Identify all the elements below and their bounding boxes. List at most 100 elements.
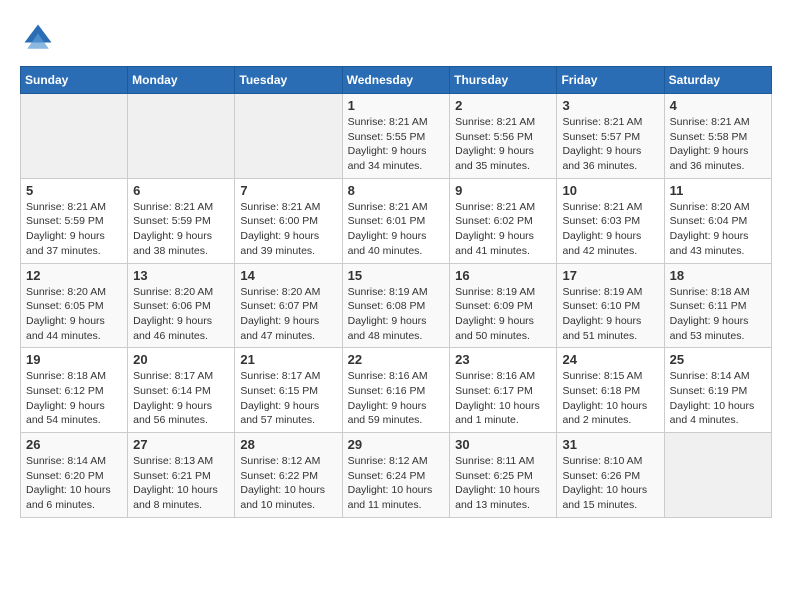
day-number: 8 bbox=[348, 183, 445, 198]
day-info: Sunrise: 8:21 AM Sunset: 5:55 PM Dayligh… bbox=[348, 115, 445, 174]
logo bbox=[20, 20, 62, 56]
day-info: Sunrise: 8:12 AM Sunset: 6:24 PM Dayligh… bbox=[348, 454, 445, 513]
calendar-cell: 2 Sunrise: 8:21 AM Sunset: 5:56 PM Daylig… bbox=[450, 94, 557, 179]
day-info: Sunrise: 8:10 AM Sunset: 6:26 PM Dayligh… bbox=[562, 454, 658, 513]
calendar-cell bbox=[664, 433, 771, 518]
calendar: SundayMondayTuesdayWednesdayThursdayFrid… bbox=[20, 66, 772, 518]
day-number: 9 bbox=[455, 183, 551, 198]
day-info: Sunrise: 8:19 AM Sunset: 6:10 PM Dayligh… bbox=[562, 285, 658, 344]
day-number: 10 bbox=[562, 183, 658, 198]
day-info: Sunrise: 8:16 AM Sunset: 6:17 PM Dayligh… bbox=[455, 369, 551, 428]
calendar-cell: 22Sunrise: 8:16 AM Sunset: 6:16 PM Dayli… bbox=[342, 348, 450, 433]
calendar-cell: 26 Sunrise: 8:14 AM Sunset: 6:20 PM Dayli… bbox=[21, 433, 128, 518]
day-info: Sunrise: 8:14 AM Sunset: 6:20 PM Dayligh… bbox=[26, 454, 122, 513]
day-info: Sunrise: 8:21 AM Sunset: 6:03 PM Dayligh… bbox=[562, 200, 658, 259]
calendar-week-3: 12 Sunrise: 8:20 AM Sunset: 6:05 PM Dayli… bbox=[21, 263, 772, 348]
day-info: Sunrise: 8:17 AM Sunset: 6:15 PM Dayligh… bbox=[240, 369, 336, 428]
day-info: Sunrise: 8:21 AM Sunset: 5:57 PM Dayligh… bbox=[562, 115, 658, 174]
weekday-header-friday: Friday bbox=[557, 67, 664, 94]
day-info: Sunrise: 8:14 AM Sunset: 6:19 PM Dayligh… bbox=[670, 369, 766, 428]
day-number: 7 bbox=[240, 183, 336, 198]
day-number: 22 bbox=[348, 352, 445, 367]
calendar-cell: 30Sunrise: 8:11 AM Sunset: 6:25 PM Dayli… bbox=[450, 433, 557, 518]
day-number: 4 bbox=[670, 98, 766, 113]
calendar-cell: 24Sunrise: 8:15 AM Sunset: 6:18 PM Dayli… bbox=[557, 348, 664, 433]
day-info: Sunrise: 8:19 AM Sunset: 6:08 PM Dayligh… bbox=[348, 285, 445, 344]
day-info: Sunrise: 8:21 AM Sunset: 5:59 PM Dayligh… bbox=[133, 200, 229, 259]
calendar-cell: 5 Sunrise: 8:21 AM Sunset: 5:59 PM Daylig… bbox=[21, 178, 128, 263]
calendar-cell bbox=[128, 94, 235, 179]
calendar-week-1: 1Sunrise: 8:21 AM Sunset: 5:55 PM Daylig… bbox=[21, 94, 772, 179]
day-number: 13 bbox=[133, 268, 229, 283]
day-info: Sunrise: 8:19 AM Sunset: 6:09 PM Dayligh… bbox=[455, 285, 551, 344]
weekday-header-saturday: Saturday bbox=[664, 67, 771, 94]
calendar-cell: 9 Sunrise: 8:21 AM Sunset: 6:02 PM Daylig… bbox=[450, 178, 557, 263]
day-number: 31 bbox=[562, 437, 658, 452]
calendar-cell: 29 Sunrise: 8:12 AM Sunset: 6:24 PM Dayli… bbox=[342, 433, 450, 518]
day-info: Sunrise: 8:20 AM Sunset: 6:04 PM Dayligh… bbox=[670, 200, 766, 259]
day-info: Sunrise: 8:21 AM Sunset: 5:56 PM Dayligh… bbox=[455, 115, 551, 174]
calendar-week-5: 26 Sunrise: 8:14 AM Sunset: 6:20 PM Dayli… bbox=[21, 433, 772, 518]
calendar-cell: 18 Sunrise: 8:18 AM Sunset: 6:11 PM Dayli… bbox=[664, 263, 771, 348]
day-info: Sunrise: 8:13 AM Sunset: 6:21 PM Dayligh… bbox=[133, 454, 229, 513]
day-number: 5 bbox=[26, 183, 122, 198]
weekday-header-monday: Monday bbox=[128, 67, 235, 94]
day-number: 11 bbox=[670, 183, 766, 198]
day-number: 12 bbox=[26, 268, 122, 283]
calendar-cell bbox=[21, 94, 128, 179]
calendar-cell: 20 Sunrise: 8:17 AM Sunset: 6:14 PM Dayli… bbox=[128, 348, 235, 433]
calendar-cell: 8Sunrise: 8:21 AM Sunset: 6:01 PM Daylig… bbox=[342, 178, 450, 263]
day-info: Sunrise: 8:20 AM Sunset: 6:05 PM Dayligh… bbox=[26, 285, 122, 344]
day-number: 29 bbox=[348, 437, 445, 452]
day-info: Sunrise: 8:21 AM Sunset: 5:59 PM Dayligh… bbox=[26, 200, 122, 259]
day-number: 26 bbox=[26, 437, 122, 452]
day-number: 25 bbox=[670, 352, 766, 367]
calendar-cell: 4 Sunrise: 8:21 AM Sunset: 5:58 PM Daylig… bbox=[664, 94, 771, 179]
day-number: 28 bbox=[240, 437, 336, 452]
weekday-header-wednesday: Wednesday bbox=[342, 67, 450, 94]
calendar-cell: 3 Sunrise: 8:21 AM Sunset: 5:57 PM Daylig… bbox=[557, 94, 664, 179]
day-number: 15 bbox=[348, 268, 445, 283]
calendar-cell: 13 Sunrise: 8:20 AM Sunset: 6:06 PM Dayli… bbox=[128, 263, 235, 348]
weekday-header-tuesday: Tuesday bbox=[235, 67, 342, 94]
day-number: 17 bbox=[562, 268, 658, 283]
day-number: 27 bbox=[133, 437, 229, 452]
calendar-week-4: 19 Sunrise: 8:18 AM Sunset: 6:12 PM Dayli… bbox=[21, 348, 772, 433]
calendar-cell: 12 Sunrise: 8:20 AM Sunset: 6:05 PM Dayli… bbox=[21, 263, 128, 348]
calendar-cell: 19 Sunrise: 8:18 AM Sunset: 6:12 PM Dayli… bbox=[21, 348, 128, 433]
day-number: 2 bbox=[455, 98, 551, 113]
calendar-cell: 7 Sunrise: 8:21 AM Sunset: 6:00 PM Daylig… bbox=[235, 178, 342, 263]
calendar-cell: 21 Sunrise: 8:17 AM Sunset: 6:15 PM Dayli… bbox=[235, 348, 342, 433]
day-info: Sunrise: 8:12 AM Sunset: 6:22 PM Dayligh… bbox=[240, 454, 336, 513]
day-info: Sunrise: 8:21 AM Sunset: 6:02 PM Dayligh… bbox=[455, 200, 551, 259]
day-info: Sunrise: 8:18 AM Sunset: 6:12 PM Dayligh… bbox=[26, 369, 122, 428]
calendar-cell: 15 Sunrise: 8:19 AM Sunset: 6:08 PM Dayli… bbox=[342, 263, 450, 348]
day-number: 20 bbox=[133, 352, 229, 367]
logo-icon bbox=[20, 20, 56, 56]
day-info: Sunrise: 8:17 AM Sunset: 6:14 PM Dayligh… bbox=[133, 369, 229, 428]
calendar-cell: 6Sunrise: 8:21 AM Sunset: 5:59 PM Daylig… bbox=[128, 178, 235, 263]
calendar-cell: 25 Sunrise: 8:14 AM Sunset: 6:19 PM Dayli… bbox=[664, 348, 771, 433]
day-info: Sunrise: 8:11 AM Sunset: 6:25 PM Dayligh… bbox=[455, 454, 551, 513]
calendar-cell: 16Sunrise: 8:19 AM Sunset: 6:09 PM Dayli… bbox=[450, 263, 557, 348]
day-info: Sunrise: 8:18 AM Sunset: 6:11 PM Dayligh… bbox=[670, 285, 766, 344]
calendar-cell bbox=[235, 94, 342, 179]
calendar-cell: 10 Sunrise: 8:21 AM Sunset: 6:03 PM Dayli… bbox=[557, 178, 664, 263]
day-number: 14 bbox=[240, 268, 336, 283]
day-number: 18 bbox=[670, 268, 766, 283]
day-info: Sunrise: 8:20 AM Sunset: 6:07 PM Dayligh… bbox=[240, 285, 336, 344]
day-number: 21 bbox=[240, 352, 336, 367]
calendar-cell: 27 Sunrise: 8:13 AM Sunset: 6:21 PM Dayli… bbox=[128, 433, 235, 518]
calendar-cell: 17 Sunrise: 8:19 AM Sunset: 6:10 PM Dayli… bbox=[557, 263, 664, 348]
calendar-week-2: 5 Sunrise: 8:21 AM Sunset: 5:59 PM Daylig… bbox=[21, 178, 772, 263]
day-info: Sunrise: 8:21 AM Sunset: 5:58 PM Dayligh… bbox=[670, 115, 766, 174]
calendar-cell: 1Sunrise: 8:21 AM Sunset: 5:55 PM Daylig… bbox=[342, 94, 450, 179]
day-number: 24 bbox=[562, 352, 658, 367]
page-header bbox=[20, 20, 772, 56]
day-number: 3 bbox=[562, 98, 658, 113]
day-number: 23 bbox=[455, 352, 551, 367]
day-number: 19 bbox=[26, 352, 122, 367]
calendar-cell: 14 Sunrise: 8:20 AM Sunset: 6:07 PM Dayli… bbox=[235, 263, 342, 348]
day-info: Sunrise: 8:20 AM Sunset: 6:06 PM Dayligh… bbox=[133, 285, 229, 344]
day-info: Sunrise: 8:21 AM Sunset: 6:00 PM Dayligh… bbox=[240, 200, 336, 259]
